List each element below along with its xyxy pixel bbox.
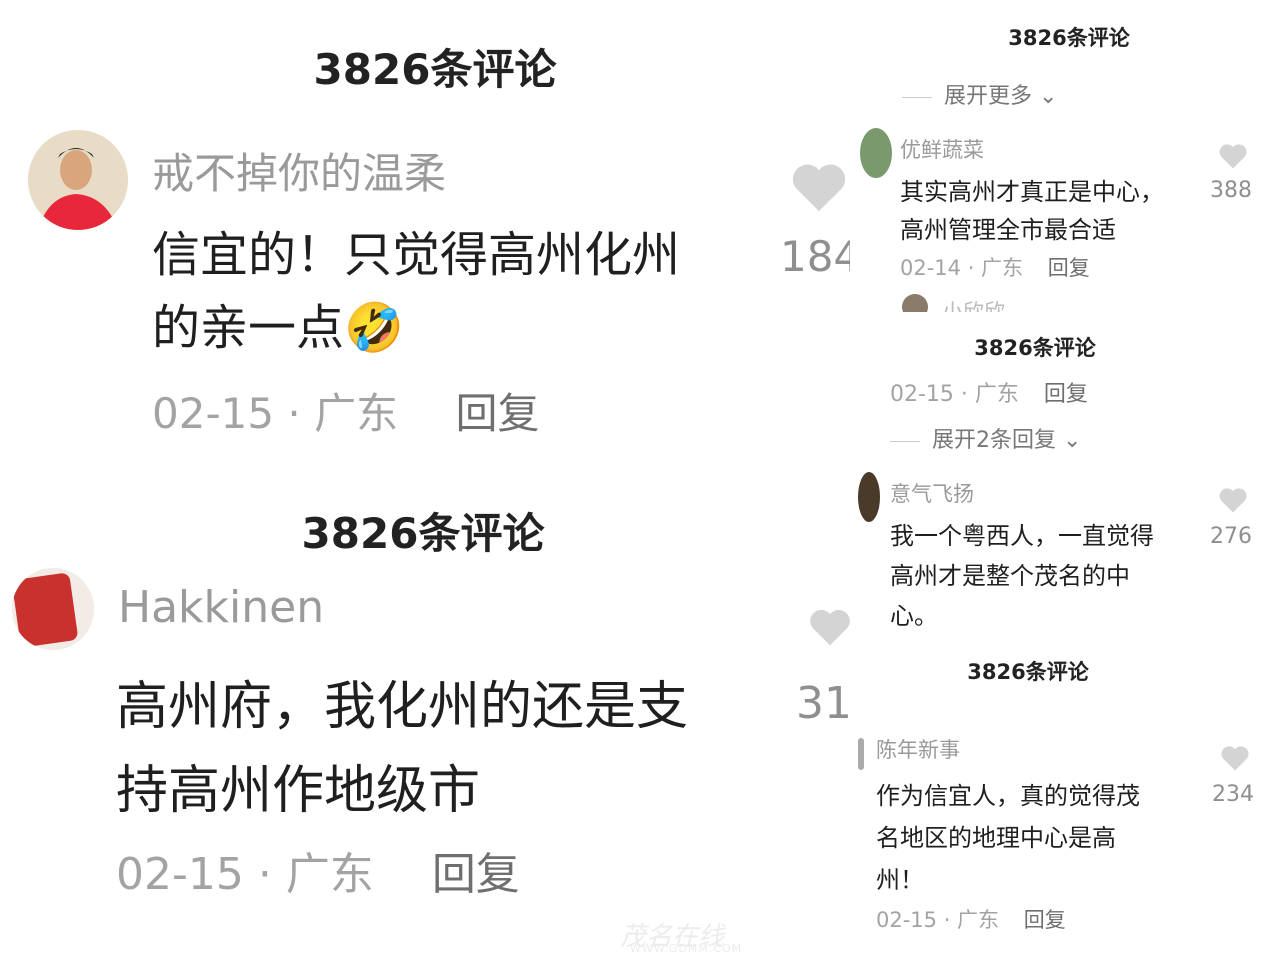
avatar[interactable] — [858, 738, 864, 770]
comment-meta: 02-14 · 广东 回复 — [900, 252, 1090, 282]
like-count: 31 — [796, 678, 850, 729]
username[interactable]: 戒不掉你的温柔 — [152, 140, 446, 201]
heart-icon[interactable] — [1218, 486, 1248, 514]
username[interactable]: Hakkinen — [118, 582, 324, 633]
expand-replies-button[interactable]: 展开2条回复 ⌄ — [890, 422, 1081, 454]
comment-panel-3: 3826条评论 展开更多 ⌄ 优鲜蔬菜 其实高州才真正是中心， 高州管理全市最合… — [858, 0, 1280, 312]
username[interactable]: 优鲜蔬菜 — [900, 134, 984, 164]
expand-more-button[interactable]: 展开更多 ⌄ — [902, 78, 1057, 110]
comment-count-title: 3826条评论 — [301, 509, 545, 558]
comment-date-location: 02-15 · 广东 — [116, 849, 374, 900]
chevron-down-icon: ⌄ — [1032, 84, 1058, 109]
comment-text-line1: 我一个粤西人，一直觉得 — [890, 522, 1154, 550]
reply-button[interactable]: 回复 — [1024, 908, 1066, 932]
comment-meta: 02-15 · 广东 回复 — [116, 838, 520, 902]
comment-date-location: 02-15 · 广东 — [152, 389, 399, 438]
comment-text-line2: 高州才是整个茂名的中 — [890, 562, 1130, 590]
reply-button[interactable]: 回复 — [1048, 256, 1090, 280]
next-username[interactable]: 小欣欣 — [942, 296, 1005, 312]
chevron-down-icon: ⌄ — [1056, 428, 1082, 453]
reply-button[interactable]: 回复 — [1044, 382, 1088, 407]
comment-count-title: 3826条评论 — [313, 45, 557, 94]
divider — [902, 96, 932, 98]
comment-meta-top: 02-15 · 广东 回复 — [890, 376, 1088, 408]
heart-icon[interactable] — [1220, 744, 1250, 772]
like-count: 184 — [780, 232, 850, 281]
expand-label: 展开更多 — [944, 84, 1033, 109]
comment-text-line2: 名地区的地理中心是高 — [876, 824, 1116, 852]
divider — [890, 440, 920, 442]
like-count: 276 — [1210, 524, 1252, 549]
expand-label: 展开2条回复 — [932, 428, 1056, 453]
reply-button[interactable]: 回复 — [455, 389, 539, 438]
comment-panel-5: 3826条评论 陈年新事 作为信宜人，真的觉得茂 名地区的地理中心是高 州！ 0… — [858, 648, 1280, 948]
comment-text-line3: 州！ — [876, 866, 924, 894]
comment-date-location: 02-15 · 广东 — [890, 382, 1019, 407]
comment-panel-4: 3826条评论 02-15 · 广东 回复 展开2条回复 ⌄ 意气飞扬 我一个粤… — [858, 320, 1280, 642]
comment-panel-1: 3826条评论 戒不掉你的温柔 信宜的！只觉得高州化州 的亲一点🤣 02-15 … — [0, 0, 850, 462]
comment-text-line2: 持高州作地级市 — [116, 761, 481, 821]
laugh-cry-emoji-icon: 🤣 — [344, 300, 404, 356]
avatar[interactable] — [860, 128, 892, 178]
reply-button[interactable]: 回复 — [432, 849, 520, 900]
avatar[interactable] — [12, 568, 94, 650]
username[interactable]: 意气飞扬 — [890, 478, 974, 508]
comment-count-title: 3826条评论 — [974, 336, 1096, 360]
comment-count-title: 3826条评论 — [967, 660, 1089, 684]
watermark-url: WWW.GDMM.COM — [630, 942, 743, 955]
next-avatar[interactable] — [902, 294, 928, 312]
avatar-red-seal — [12, 568, 94, 650]
comment-panel-2: 3826条评论 Hakkinen 高州府，我化州的还是支 持高州作地级市 02-… — [0, 470, 850, 959]
comment-meta: 02-15 · 广东 回复 — [152, 380, 539, 441]
comment-text-line1: 信宜的！只觉得高州化州 — [152, 227, 681, 283]
like-count: 388 — [1210, 178, 1252, 203]
comment-text-line2: 的亲一点🤣 — [152, 288, 404, 358]
avatar[interactable] — [858, 472, 880, 522]
comment-text-line3: 心。 — [890, 602, 938, 630]
comment-text-line1: 作为信宜人，真的觉得茂 — [876, 782, 1140, 810]
avatar[interactable] — [28, 130, 128, 230]
comment-date-location: 02-15 · 广东 — [876, 908, 1000, 932]
comment-text-line2: 高州管理全市最合适 — [900, 216, 1116, 244]
avatar-photo — [28, 130, 128, 230]
like-count: 234 — [1212, 782, 1254, 807]
comment-count-title: 3826条评论 — [1008, 26, 1130, 50]
username[interactable]: 陈年新事 — [876, 734, 960, 764]
heart-icon[interactable] — [790, 160, 848, 214]
heart-icon[interactable] — [808, 600, 850, 654]
comment-text-line2-text: 的亲一点 — [152, 300, 345, 356]
heart-icon[interactable] — [1218, 142, 1248, 170]
comment-text-line1: 其实高州才真正是中心， — [900, 178, 1164, 206]
comment-date-location: 02-14 · 广东 — [900, 256, 1024, 280]
comment-meta: 02-15 · 广东 回复 — [876, 904, 1066, 934]
comment-text-line1: 高州府，我化州的还是支 — [116, 677, 689, 737]
